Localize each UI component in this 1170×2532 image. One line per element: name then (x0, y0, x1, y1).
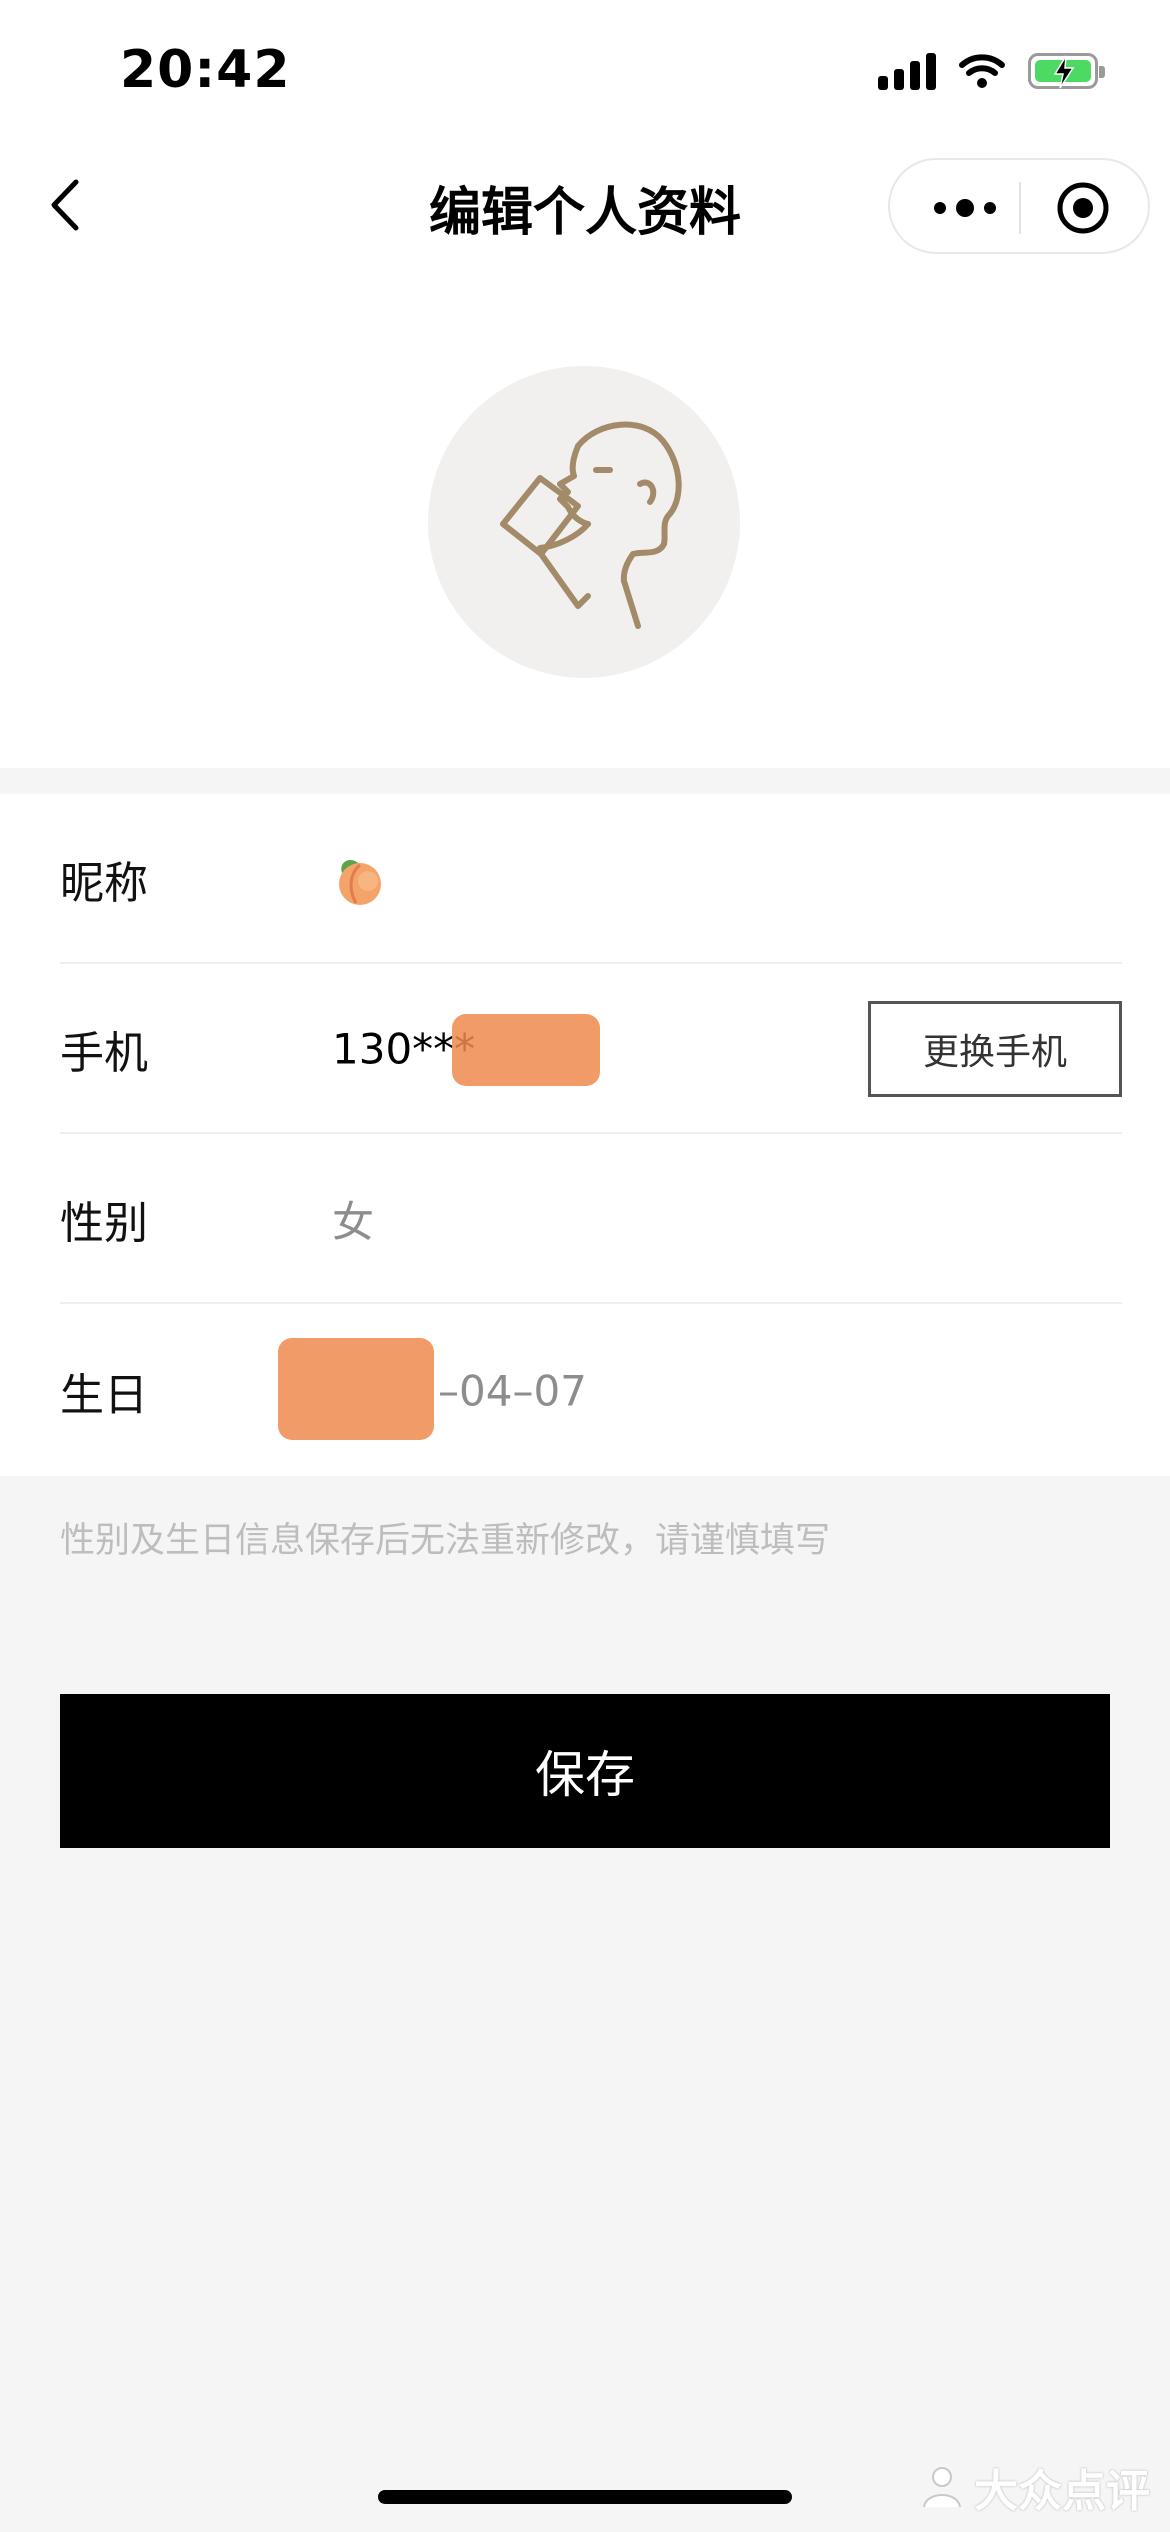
status-time: 20:42 (120, 40, 291, 100)
birthday-value: –04–07 (438, 1366, 587, 1416)
birthday-label: 生日 (60, 1370, 148, 1421)
home-indicator (378, 2490, 792, 2504)
nickname-row[interactable]: 昵称 (60, 794, 1122, 964)
notice-text: 性别及生日信息保存后无法重新修改，请谨慎填写 (60, 1521, 831, 1561)
nickname-label: 昵称 (60, 858, 148, 909)
redaction-mark (278, 1338, 434, 1440)
watermark-text: 大众点评 (974, 2466, 1150, 2517)
watermark: 大众点评 (918, 2455, 1150, 2519)
wifi-icon (959, 54, 1005, 88)
close-mini-program-icon[interactable] (1055, 180, 1111, 236)
battery-icon (1028, 53, 1105, 89)
mini-program-capsule (888, 158, 1150, 254)
dianping-logo-icon (923, 2467, 961, 2508)
change-phone-button[interactable]: 更换手机 (868, 1001, 1122, 1097)
gender-label: 性别 (60, 1198, 148, 1249)
row-divider (60, 1302, 1122, 1304)
default-avatar-icon (500, 421, 682, 629)
birthday-row[interactable]: 生日 –04–07 (60, 1306, 1122, 1476)
avatar[interactable] (428, 366, 740, 678)
peach-emoji-icon (339, 859, 381, 905)
signal-icon (878, 52, 936, 90)
phone-label: 手机 (60, 1028, 148, 1079)
capsule-divider (1019, 182, 1021, 234)
phone-row: 手机 130*** 更换手机 (60, 964, 1122, 1134)
profile-form: 昵称 手机 130*** 更换手机 性别 女 生日 –04–07 (0, 794, 1170, 1476)
more-icon[interactable] (930, 188, 1000, 228)
redaction-mark (452, 1014, 600, 1086)
status-icons (878, 52, 1105, 90)
top-area: 20:42 编辑个人资料 (0, 0, 1170, 768)
gender-value: 女 (332, 1197, 375, 1247)
save-button[interactable]: 保存 (60, 1694, 1110, 1848)
gender-row[interactable]: 性别 女 (60, 1134, 1122, 1304)
